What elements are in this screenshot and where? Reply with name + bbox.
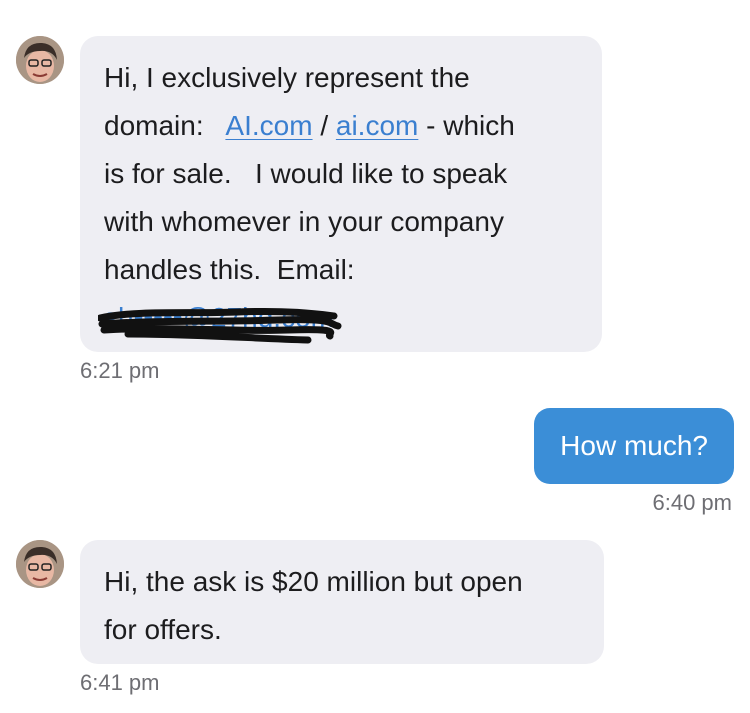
sender-avatar[interactable] [16, 36, 64, 84]
sender-avatar[interactable] [16, 540, 64, 588]
message-text: domain: [104, 110, 220, 141]
message-line: Hi, I exclusively represent the [104, 62, 470, 93]
message-line: sh•••••@27hq.com [98, 294, 578, 344]
message-line: domain: AI.com / ai.com - which [104, 102, 578, 150]
message-timestamp: 6:41 pm [80, 670, 160, 695]
message-line: is for sale. I would like to speak [104, 158, 508, 189]
message-line: Hi, the ask is $20 million but open [104, 566, 523, 597]
message-text: - which [418, 110, 515, 141]
separator-text: / [312, 110, 336, 141]
domain-link-ai-com-upper[interactable]: AI.com [225, 110, 312, 141]
incoming-message-bubble: Hi, I exclusively represent the domain: … [80, 36, 602, 352]
outgoing-message-bubble: How much? [534, 408, 734, 484]
email-link[interactable]: sh•••••@27hq.com [104, 302, 334, 333]
message-timestamp: 6:21 pm [80, 358, 160, 383]
message-timestamp: 6:40 pm [652, 490, 733, 515]
message-text: How much? [560, 430, 708, 461]
redacted-email: sh•••••@27hq.com [98, 294, 342, 344]
message-line: handles this. Email: [104, 254, 355, 285]
person-avatar-icon [16, 540, 64, 588]
domain-link-ai-com-lower[interactable]: ai.com [336, 110, 418, 141]
message-line: for offers. [104, 614, 222, 645]
person-avatar-icon [16, 36, 64, 84]
incoming-message-bubble: Hi, the ask is $20 million but open for … [80, 540, 604, 664]
message-line: with whomever in your company [104, 206, 504, 237]
